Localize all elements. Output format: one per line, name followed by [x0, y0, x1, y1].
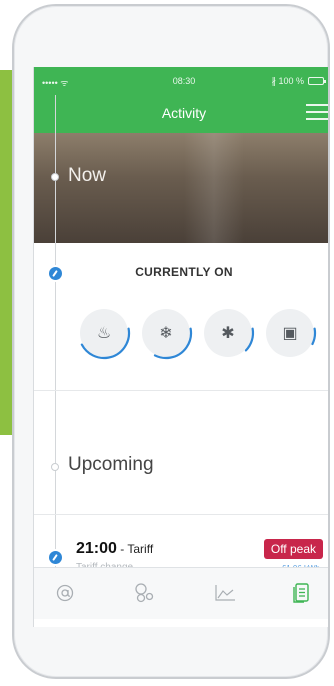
tab-bar: [34, 567, 328, 619]
off-peak-badge: Off peak: [263, 539, 323, 559]
tariff-event-title: Tariff: [127, 542, 154, 556]
tariff-event-time: 21:00: [76, 540, 117, 557]
status-carrier: ••••• ᯤ: [42, 78, 69, 88]
timeline-line: [55, 95, 56, 575]
tariff-document-icon: [293, 583, 309, 603]
battery-icon: [308, 77, 326, 85]
menu-icon[interactable]: [306, 104, 328, 122]
freezer-icon: ✱: [221, 325, 235, 342]
app-screen: ••••• ᯤ 08:30 ∦ 100 % Activity Now CURRE…: [33, 67, 330, 627]
timeline-node-upcoming: [51, 463, 59, 471]
status-time: 08:30: [172, 76, 196, 86]
tab-devices[interactable]: [130, 580, 160, 606]
section-divider: [34, 514, 328, 515]
device-microwave[interactable]: ▣: [263, 306, 317, 360]
device-fan-heater[interactable]: ❄: [139, 306, 193, 360]
currently-on-title: CURRENTLY ON: [135, 265, 233, 279]
activity-at-icon: [56, 584, 74, 602]
device-kettle[interactable]: ♨: [77, 306, 131, 360]
upcoming-label: Upcoming: [68, 454, 154, 475]
tab-graph[interactable]: [210, 580, 240, 606]
now-hero-image: [34, 133, 328, 243]
fan-heater-icon: ❄: [159, 325, 173, 342]
tariff-event-separator: -: [116, 542, 128, 556]
status-battery-text: ∦ 100 %: [271, 76, 304, 86]
section-divider: [34, 390, 328, 391]
tab-tariff[interactable]: [286, 580, 316, 606]
timeline-node-now: [51, 173, 59, 181]
graph-icon: [215, 585, 235, 601]
devices-bubbles-icon: [135, 583, 154, 603]
microwave-icon: ▣: [282, 325, 298, 342]
status-bar: ••••• ᯤ 08:30 ∦ 100 %: [34, 67, 328, 95]
menu-icon-line: [306, 104, 328, 106]
device-appliance[interactable]: ▯: [328, 309, 330, 357]
device-freezer[interactable]: ✱: [201, 306, 255, 360]
menu-icon-line: [306, 111, 328, 113]
nav-bar: Activity: [34, 95, 328, 133]
tab-activity[interactable]: [50, 580, 80, 606]
tariff-event-heading[interactable]: 21:00 - Tariff: [76, 540, 153, 558]
kettle-icon: ♨: [96, 325, 112, 342]
timeline-node-tariff: [49, 551, 62, 564]
now-label: Now: [68, 165, 107, 186]
menu-icon-line: [306, 118, 328, 120]
phone-frame: ••••• ᯤ 08:30 ∦ 100 % Activity Now CURRE…: [12, 4, 330, 679]
current-devices-row: ♨ ❄ ✱ ▣ ▯: [77, 306, 330, 369]
hero-light-streak: [184, 133, 244, 243]
page-title: Activity: [161, 105, 207, 121]
